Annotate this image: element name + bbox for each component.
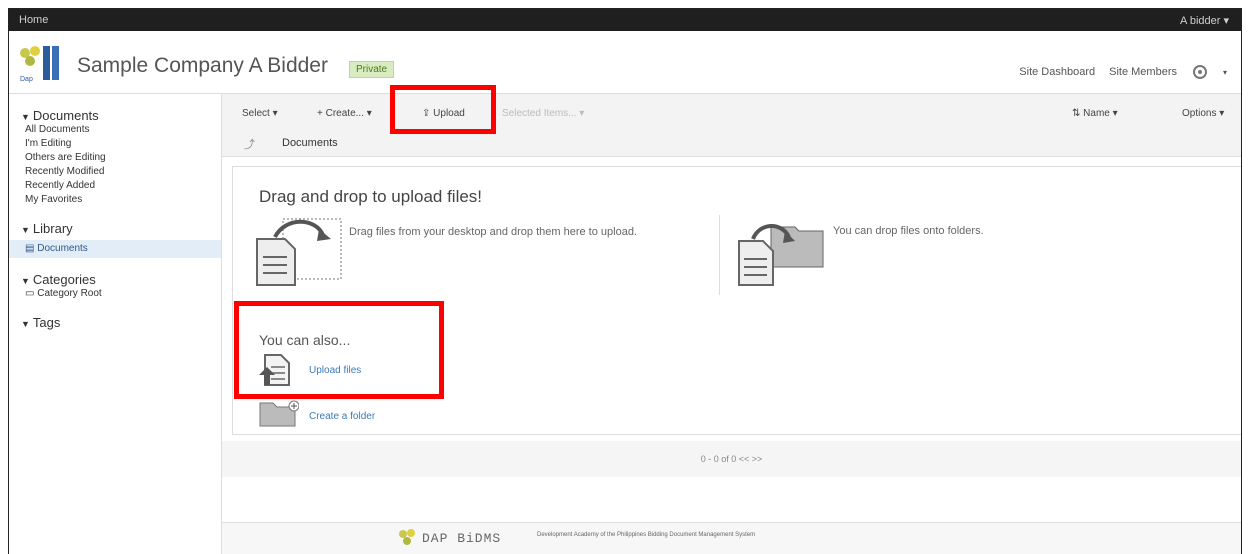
pagination[interactable]: 0 - 0 of 0 << >>: [222, 441, 1241, 477]
breadcrumb-documents[interactable]: Documents: [282, 137, 338, 149]
footer-brand: DAP BiDMS: [422, 531, 502, 546]
document-toolbar: Select ▾ + Create... ▾ ⇪ Upload Selected…: [222, 94, 1241, 130]
filter-others-editing[interactable]: Others are Editing: [25, 151, 221, 165]
sidebar: ▼ Documents All Documents I'm Editing Oth…: [9, 94, 222, 554]
filter-recently-added[interactable]: Recently Added: [25, 179, 221, 193]
chevron-down-icon[interactable]: ▾: [1223, 68, 1227, 77]
folder-up-icon[interactable]: ⤴: [244, 136, 255, 152]
site-members-link[interactable]: Site Members: [1109, 66, 1177, 78]
tags-heading[interactable]: ▼ Tags: [21, 315, 221, 330]
categories-heading[interactable]: ▼ Categories: [21, 272, 221, 287]
category-root-item[interactable]: ▭ Category Root: [25, 287, 221, 301]
category-icon: ▭: [25, 288, 35, 299]
dap-bidms-logo-icon: Dap: [20, 46, 59, 83]
sort-icon: ⇅: [1072, 108, 1081, 119]
library-heading[interactable]: ▼ Library: [21, 221, 221, 236]
filter-my-favorites[interactable]: My Favorites: [25, 193, 221, 207]
sort-menu[interactable]: ⇅ Name ▾: [1072, 108, 1118, 119]
svg-text:Dap: Dap: [20, 76, 33, 83]
selected-items-menu[interactable]: Selected Items... ▾: [502, 108, 584, 119]
top-bar: Home A bidder ▾: [9, 9, 1241, 31]
breadcrumb: ⤴ Documents: [222, 130, 1241, 157]
upload-dropzone[interactable]: Drag and drop to upload files! Drag file…: [232, 166, 1241, 435]
you-can-also-heading: You can also...: [259, 332, 351, 348]
dropzone-instructions: Drag files from your desktop and drop th…: [349, 226, 637, 238]
footer: DAP BiDMS Development Academy of the Phi…: [222, 522, 1241, 554]
create-menu[interactable]: + Create... ▾: [317, 108, 372, 119]
create-folder-link[interactable]: Create a folder: [309, 411, 375, 422]
site-header: Dap Sample Company A Bidder Private Site…: [9, 31, 1241, 94]
home-link[interactable]: Home: [19, 14, 48, 26]
main-content: Select ▾ + Create... ▾ ⇪ Upload Selected…: [222, 94, 1241, 554]
library-documents-item[interactable]: ▤ Documents: [9, 240, 221, 258]
upload-button[interactable]: ⇪ Upload: [422, 108, 465, 119]
user-menu[interactable]: A bidder ▾: [1180, 14, 1229, 27]
filter-all-documents[interactable]: All Documents: [25, 123, 221, 137]
dropzone-title: Drag and drop to upload files!: [259, 187, 483, 206]
footer-text: Development Academy of the Philippines B…: [537, 532, 756, 538]
folder-icon: ▤: [25, 243, 35, 254]
create-folder-icon[interactable]: [259, 399, 299, 427]
filter-recently-modified[interactable]: Recently Modified: [25, 165, 221, 179]
app-window: Home A bidder ▾ Dap Sample Company A Bid…: [8, 8, 1242, 554]
site-dashboard-link[interactable]: Site Dashboard: [1019, 66, 1095, 78]
drop-on-folder-text: You can drop files onto folders.: [833, 225, 984, 237]
visibility-badge: Private: [349, 61, 395, 78]
options-menu[interactable]: Options ▾: [1182, 108, 1224, 119]
gear-icon[interactable]: [1191, 63, 1209, 81]
divider: [719, 215, 720, 295]
upload-file-icon[interactable]: [259, 353, 291, 387]
upload-files-link[interactable]: Upload files: [309, 365, 361, 376]
upload-icon: ⇪: [422, 108, 431, 119]
drag-file-icon: [256, 218, 342, 286]
header-links: Site Dashboard Site Members ▾: [1019, 63, 1227, 81]
documents-heading[interactable]: ▼ Documents: [21, 108, 221, 123]
footer-logo-icon: [399, 529, 415, 545]
select-menu[interactable]: Select ▾: [242, 108, 278, 119]
drop-on-folder-icon: [738, 224, 824, 286]
filter-im-editing[interactable]: I'm Editing: [25, 137, 221, 151]
site-title: Sample Company A Bidder: [77, 54, 328, 77]
